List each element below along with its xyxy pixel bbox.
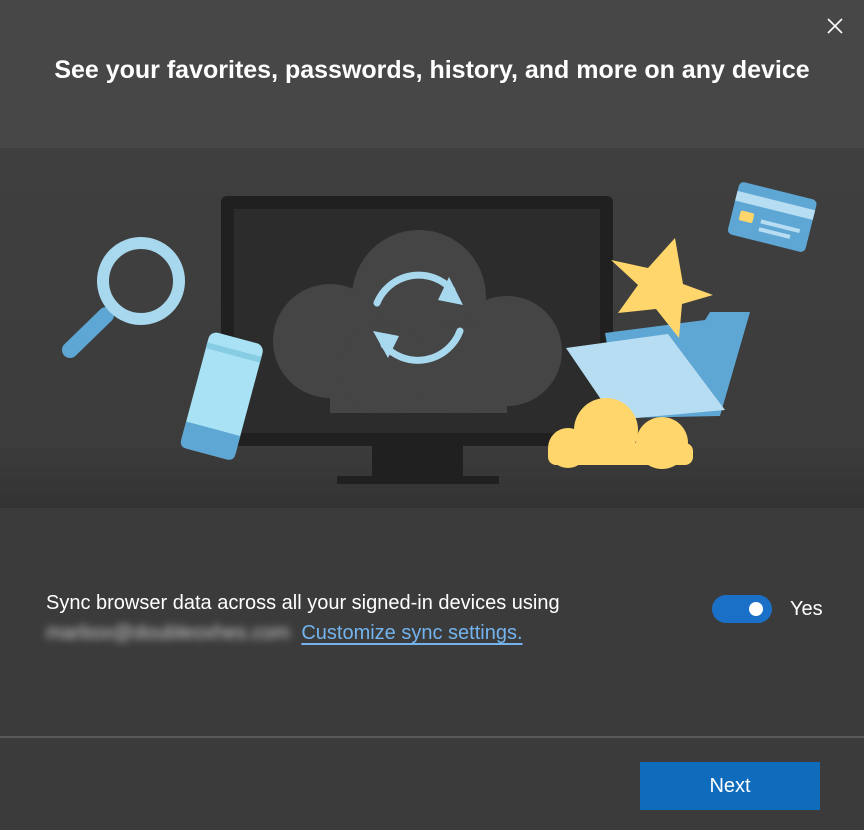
sync-description: Sync browser data across all your signed… (46, 588, 646, 648)
sync-section: Sync browser data across all your signed… (0, 508, 864, 736)
account-email: marbox@doubleoxhes.com (46, 622, 290, 644)
dialog-footer: Next (0, 736, 864, 830)
toggle-state-label: Yes (790, 598, 823, 620)
close-button[interactable] (820, 11, 850, 41)
dialog-title: See your favorites, passwords, history, … (54, 56, 810, 84)
sync-toggle[interactable] (712, 595, 772, 623)
dialog-header: See your favorites, passwords, history, … (0, 0, 864, 148)
hero-illustration (0, 148, 864, 508)
sync-description-text: Sync browser data across all your signed… (46, 592, 560, 614)
customize-sync-link[interactable]: Customize sync settings. (301, 622, 522, 644)
credit-card-icon (727, 182, 817, 252)
next-button[interactable]: Next (640, 762, 820, 810)
magnifier-icon (62, 237, 185, 358)
close-icon (827, 18, 843, 34)
sync-dialog: See your favorites, passwords, history, … (0, 0, 864, 830)
toggle-knob (749, 602, 763, 616)
